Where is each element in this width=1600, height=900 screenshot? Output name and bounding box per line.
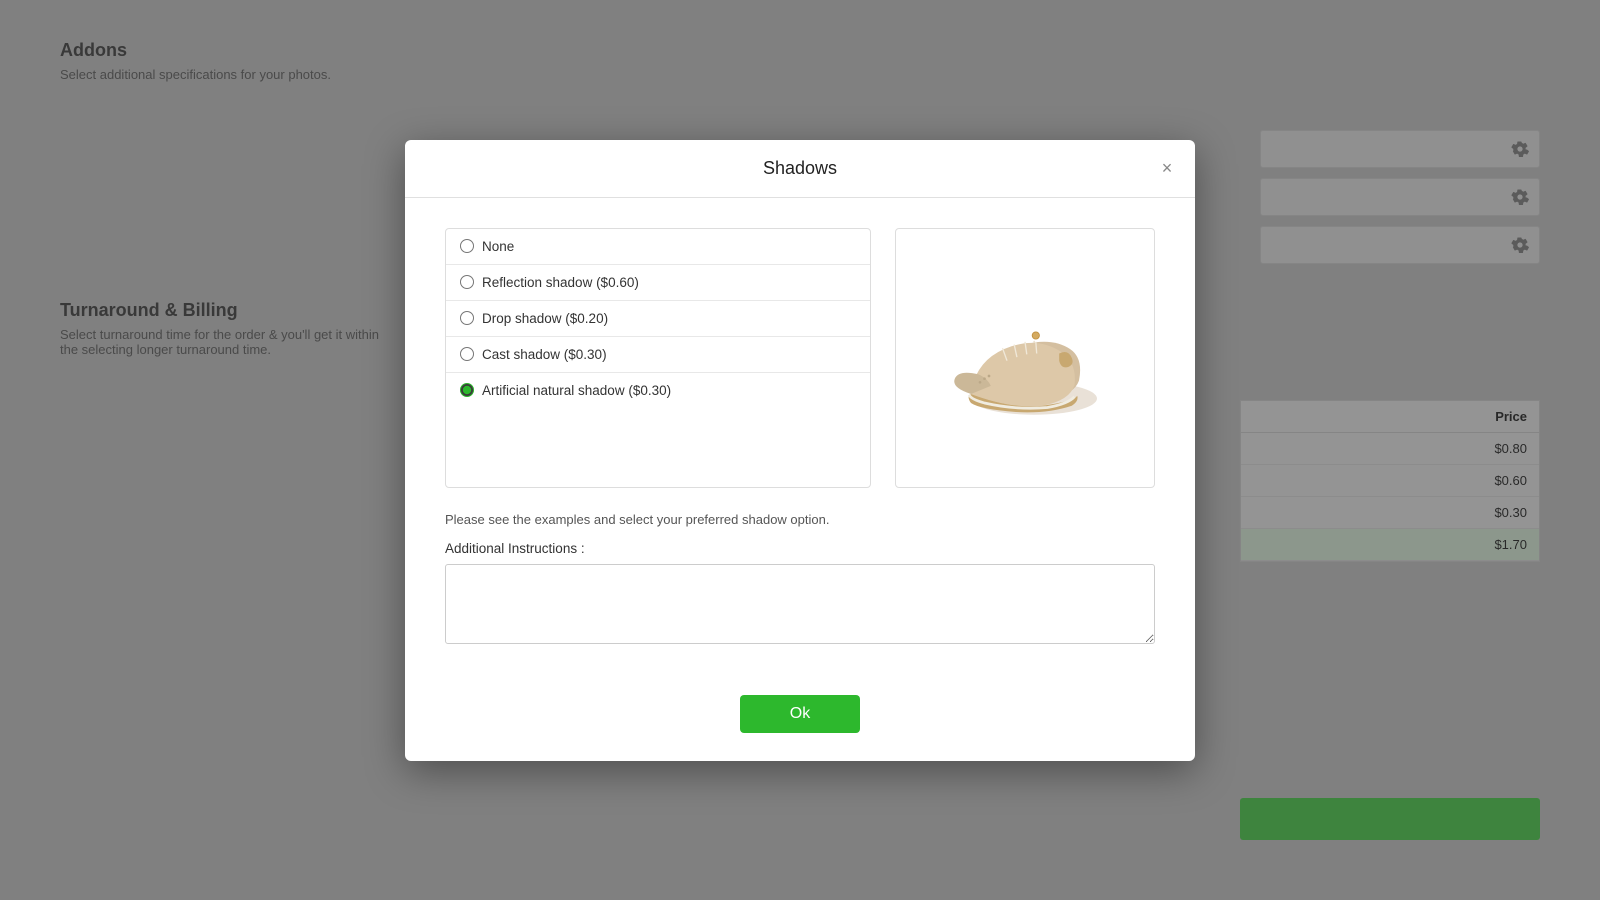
modal-close-button[interactable]: × <box>1155 156 1179 180</box>
radio-drop[interactable] <box>460 311 474 325</box>
option-artificial-label: Artificial natural shadow ($0.30) <box>482 383 671 398</box>
modal-title: Shadows <box>763 158 837 179</box>
option-reflection[interactable]: Reflection shadow ($0.60) <box>446 265 870 301</box>
radio-cast[interactable] <box>460 347 474 361</box>
option-none-label: None <box>482 239 514 254</box>
option-artificial[interactable]: Artificial natural shadow ($0.30) <box>446 373 870 408</box>
radio-options-list: None Reflection shadow ($0.60) Drop shad… <box>445 228 871 488</box>
options-preview-row: None Reflection shadow ($0.60) Drop shad… <box>445 228 1155 488</box>
radio-none[interactable] <box>460 239 474 253</box>
ok-button[interactable]: Ok <box>740 695 860 733</box>
modal-footer: Ok <box>405 677 1195 761</box>
radio-reflection[interactable] <box>460 275 474 289</box>
shoe-preview-image <box>935 278 1115 438</box>
option-cast-label: Cast shadow ($0.30) <box>482 347 607 362</box>
option-cast[interactable]: Cast shadow ($0.30) <box>446 337 870 373</box>
modal-overlay: Shadows × None Reflection shadow ($0.60) <box>0 0 1600 900</box>
option-none[interactable]: None <box>446 229 870 265</box>
option-drop[interactable]: Drop shadow ($0.20) <box>446 301 870 337</box>
additional-instructions-label: Additional Instructions : <box>445 541 1155 556</box>
option-drop-label: Drop shadow ($0.20) <box>482 311 608 326</box>
radio-artificial[interactable] <box>460 383 474 397</box>
instruction-text: Please see the examples and select your … <box>445 512 1155 527</box>
modal-body: None Reflection shadow ($0.60) Drop shad… <box>405 198 1195 677</box>
additional-instructions-input[interactable] <box>445 564 1155 644</box>
option-reflection-label: Reflection shadow ($0.60) <box>482 275 639 290</box>
modal-header: Shadows × <box>405 140 1195 198</box>
shadows-modal: Shadows × None Reflection shadow ($0.60) <box>405 140 1195 761</box>
preview-box <box>895 228 1155 488</box>
